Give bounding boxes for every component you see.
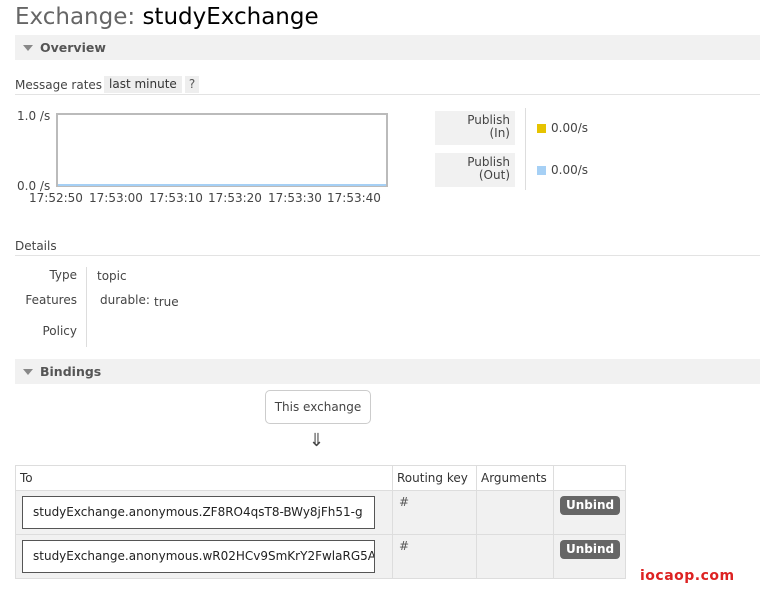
collapse-triangle-icon — [23, 369, 33, 375]
to-cell: studyExchange.anonymous.ZF8RO4qsT8-BWy8j… — [15, 490, 393, 535]
policy-key: Policy — [42, 324, 77, 338]
rates-period-select[interactable]: last minute — [104, 76, 182, 93]
legend-publish-out-value: 0.00/s — [551, 163, 589, 177]
column-header-actions — [553, 465, 626, 491]
details-divider-line — [15, 255, 760, 256]
table-row: studyExchange.anonymous.ZF8RO4qsT8-BWy8j… — [15, 490, 626, 535]
watermark-text: iocaop.com — [640, 568, 735, 584]
legend-publish-out-swatch — [537, 166, 546, 175]
destination-queue-link[interactable]: studyExchange.anonymous.wR02HCv9SmKrY2Fw… — [22, 540, 375, 573]
type-key: Type — [49, 268, 77, 282]
x-tick-label: 17:52:50 — [29, 191, 83, 205]
bindings-section-label: Bindings — [40, 364, 102, 379]
arguments-cell — [476, 490, 554, 535]
rates-divider — [15, 94, 760, 95]
collapse-triangle-icon — [23, 45, 33, 51]
overview-section-header[interactable]: Overview — [15, 35, 760, 60]
chart-plot-area — [56, 113, 388, 187]
column-header-routing-key: Routing key — [392, 465, 477, 491]
bindings-table: To Routing key Arguments studyExchange.a… — [15, 465, 626, 579]
column-header-arguments: Arguments — [476, 465, 554, 491]
help-button[interactable]: ? — [185, 76, 199, 93]
bindings-table-header: To Routing key Arguments — [15, 465, 626, 491]
legend-publish-in-value: 0.00/s — [551, 121, 589, 135]
to-cell: studyExchange.anonymous.wR02HCv9SmKrY2Fw… — [15, 534, 393, 579]
durable-value: true — [154, 295, 179, 309]
legend-publish-out-line1: Publish — [467, 155, 510, 169]
overview-section-label: Overview — [40, 40, 106, 55]
message-rates-label: Message rates — [15, 78, 103, 92]
legend-publish-out-line2: (Out) — [478, 168, 510, 182]
this-exchange-box: This exchange — [265, 390, 371, 424]
legend-publish-in-line2: (In) — [489, 126, 510, 140]
legend-publish-in-button[interactable]: Publish (In) — [435, 111, 515, 145]
details-label: Details — [15, 239, 57, 253]
page-title-name: studyExchange — [142, 4, 319, 30]
routing-key-cell: # — [392, 490, 477, 535]
arguments-cell — [476, 534, 554, 579]
down-arrow-icon: ⇓ — [309, 430, 325, 451]
type-value: topic — [97, 269, 127, 283]
x-tick-label: 17:53:20 — [208, 191, 262, 205]
unbind-button[interactable]: Unbind — [560, 540, 621, 559]
legend-publish-in-line1: Publish — [467, 113, 510, 127]
column-header-to: To — [15, 465, 393, 491]
legend-divider — [525, 108, 526, 190]
bindings-section-header[interactable]: Bindings — [15, 359, 760, 384]
x-tick-label: 17:53:10 — [149, 191, 203, 205]
table-row: studyExchange.anonymous.wR02HCv9SmKrY2Fw… — [15, 534, 626, 579]
routing-key-cell: # — [392, 534, 477, 579]
page-title: Exchange: studyExchange — [15, 4, 319, 30]
legend-publish-out-button[interactable]: Publish (Out) — [435, 153, 515, 187]
features-key: Features — [25, 293, 77, 307]
destination-queue-link[interactable]: studyExchange.anonymous.ZF8RO4qsT8-BWy8j… — [22, 496, 375, 529]
x-tick-label: 17:53:40 — [327, 191, 381, 205]
action-cell: Unbind — [553, 490, 626, 535]
page-title-prefix: Exchange: — [15, 4, 136, 30]
details-vertical-divider — [86, 267, 87, 347]
action-cell: Unbind — [553, 534, 626, 579]
x-tick-label: 17:53:00 — [89, 191, 143, 205]
x-tick-label: 17:53:30 — [268, 191, 322, 205]
legend-publish-in-swatch — [537, 124, 546, 133]
durable-key: durable: — [100, 293, 150, 307]
unbind-button[interactable]: Unbind — [560, 496, 621, 515]
